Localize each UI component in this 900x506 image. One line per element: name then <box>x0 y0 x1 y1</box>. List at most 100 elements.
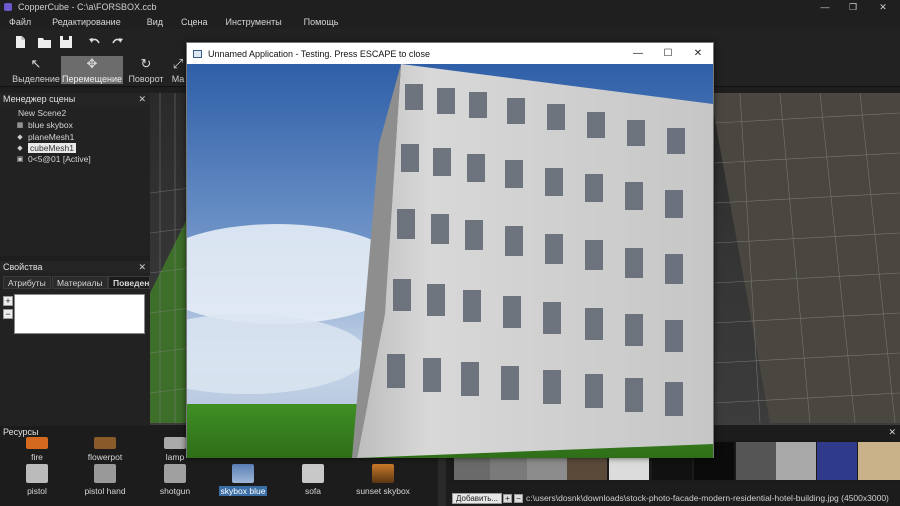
render-viewport[interactable] <box>187 64 713 458</box>
pistol-thumbnail-icon <box>26 464 48 483</box>
texture-thumb[interactable] <box>736 442 776 480</box>
save-icon[interactable] <box>58 34 74 50</box>
texture-remove-small-button[interactable]: − <box>514 494 523 503</box>
scene-tree-root[interactable]: New Scene2 <box>6 107 66 118</box>
tool-scale-label: Ма <box>171 74 185 84</box>
resources-close-icon[interactable]: ✕ <box>888 427 896 438</box>
mesh-node-icon: ◆ <box>17 133 23 141</box>
add-texture-button[interactable]: Добавить... <box>452 493 503 504</box>
properties-close-icon[interactable]: ✕ <box>138 262 146 273</box>
tool-rotate[interactable]: ↻ Поворот <box>127 56 165 84</box>
test-minimize-button[interactable]: — <box>623 43 653 64</box>
scene-tree-label: cubeMesh1 <box>28 142 76 153</box>
tool-select-label: Выделение <box>12 74 60 84</box>
scene-tree-label: planeMesh1 <box>28 131 75 142</box>
test-close-button[interactable]: ✕ <box>683 43 713 64</box>
lamp-thumbnail-icon <box>164 437 186 449</box>
tab-attributes[interactable]: Атрибуты <box>3 276 51 289</box>
skybox-thumbnail-icon <box>232 464 254 483</box>
tool-move[interactable]: ✥ Перемещение <box>61 56 123 84</box>
move-arrows-icon: ✥ <box>86 56 98 71</box>
add-behavior-button[interactable]: + <box>3 296 13 306</box>
tool-rotate-label: Поворот <box>128 74 164 84</box>
camera-node-icon: ▣ <box>16 155 24 163</box>
menu-tools[interactable]: Инструменты <box>220 17 294 27</box>
resource-label: shotgun <box>159 486 191 496</box>
app-window-icon <box>193 49 202 58</box>
resource-item-sunset-skybox[interactable]: sunset skybox <box>348 464 418 496</box>
redo-icon[interactable] <box>110 34 126 50</box>
menu-edit[interactable]: Редактирование <box>43 17 133 27</box>
tab-materials[interactable]: Материалы <box>52 276 108 289</box>
minimize-button[interactable]: — <box>810 0 840 14</box>
resource-label: lamp <box>165 452 185 462</box>
fire-thumbnail-icon <box>26 437 48 449</box>
scene-manager-close-icon[interactable]: ✕ <box>138 94 146 105</box>
scene-manager-header: Менеджер сцены ✕ <box>0 93 150 105</box>
texture-add-small-button[interactable]: + <box>503 494 512 503</box>
resource-label: sunset skybox <box>356 486 410 496</box>
resource-label: flowerpot <box>87 452 123 462</box>
properties-header: Свойства ✕ <box>0 261 150 273</box>
test-window-titlebar: Unnamed Application - Testing. Press ESC… <box>187 43 713 64</box>
properties-title: Свойства <box>3 262 43 272</box>
rendered-scene <box>187 64 713 458</box>
scene-tree-label: New Scene2 <box>18 107 67 118</box>
scene-tree-item-cube[interactable]: ◆ cubeMesh1 <box>16 142 76 153</box>
scene-manager-panel: Менеджер сцены ✕ New Scene2 ▦ blue skybo… <box>0 93 150 256</box>
tool-move-label: Перемещение <box>62 74 122 84</box>
undo-icon[interactable] <box>86 34 102 50</box>
close-button[interactable]: ✕ <box>868 0 898 14</box>
resource-label: fire <box>31 452 43 462</box>
pistol-hand-thumbnail-icon <box>94 464 116 483</box>
scene-tree-item-plane[interactable]: ◆ planeMesh1 <box>16 131 74 142</box>
new-file-icon[interactable] <box>12 34 28 50</box>
resource-item-pistol[interactable]: pistol <box>2 464 72 496</box>
tool-scale[interactable]: ⤢ Ма <box>170 56 186 84</box>
maximize-button[interactable]: ❐ <box>838 0 868 14</box>
resource-item-shotgun[interactable]: shotgun <box>140 464 210 496</box>
scene-root-icon <box>6 109 14 117</box>
sofa-thumbnail-icon <box>302 464 324 483</box>
remove-behavior-button[interactable]: − <box>3 309 13 319</box>
texture-thumb[interactable] <box>776 442 816 480</box>
menu-bar: Файл Редактирование Вид Сцена Инструмент… <box>0 14 900 29</box>
scale-icon: ⤢ <box>172 56 184 71</box>
resource-label: pistol <box>27 486 47 496</box>
menu-view[interactable]: Вид <box>133 17 175 27</box>
skybox-node-icon: ▦ <box>16 121 24 129</box>
resource-item-skybox-blue[interactable]: skybox blue <box>208 464 278 496</box>
resource-item-flowerpot[interactable]: flowerpot <box>70 437 140 462</box>
resource-item-pistol-hand[interactable]: pistol hand <box>70 464 140 496</box>
resource-label: sofa <box>304 486 322 496</box>
scene-tree-label: 0<5@01 [Active] <box>28 153 91 164</box>
menu-scene[interactable]: Сцена <box>175 17 220 27</box>
sunset-thumbnail-icon <box>372 464 394 483</box>
texture-thumb[interactable] <box>858 442 900 480</box>
app-titlebar: CopperCube - C:\a\FORSBOX.ccb — ❐ ✕ <box>0 0 900 14</box>
cursor-arrow-icon: ↖ <box>30 56 42 71</box>
open-folder-icon[interactable] <box>36 34 52 50</box>
tab-behaviors[interactable]: Поведен <box>108 276 150 289</box>
texture-path: c:\users\dosnk\downloads\stock-photo-fac… <box>526 493 889 503</box>
scene-tree-label: blue skybox <box>28 119 73 130</box>
menu-help[interactable]: Помощь <box>294 17 351 27</box>
building-facade <box>357 64 713 458</box>
flowerpot-thumbnail-icon <box>94 437 116 449</box>
scene-tree-item-skybox[interactable]: ▦ blue skybox <box>16 119 73 130</box>
behaviors-list[interactable] <box>14 294 145 334</box>
resource-item-fire[interactable]: fire <box>2 437 72 462</box>
coppercube-logo-icon <box>4 3 12 11</box>
shotgun-thumbnail-icon <box>164 464 186 483</box>
texture-thumb[interactable] <box>817 442 857 480</box>
tool-select[interactable]: ↖ Выделение <box>12 56 60 84</box>
mesh-node-icon: ◆ <box>17 144 23 152</box>
test-window-title: Unnamed Application - Testing. Press ESC… <box>208 48 430 59</box>
resource-item-sofa[interactable]: sofa <box>278 464 348 496</box>
resources-title: Ресурсы <box>3 427 39 437</box>
scene-manager-title: Менеджер сцены <box>3 94 76 104</box>
menu-file[interactable]: Файл <box>0 17 43 27</box>
test-maximize-button[interactable]: ☐ <box>653 43 683 64</box>
test-app-window: Unnamed Application - Testing. Press ESC… <box>186 42 714 458</box>
scene-tree-item-camera[interactable]: ▣ 0<5@01 [Active] <box>16 153 91 164</box>
